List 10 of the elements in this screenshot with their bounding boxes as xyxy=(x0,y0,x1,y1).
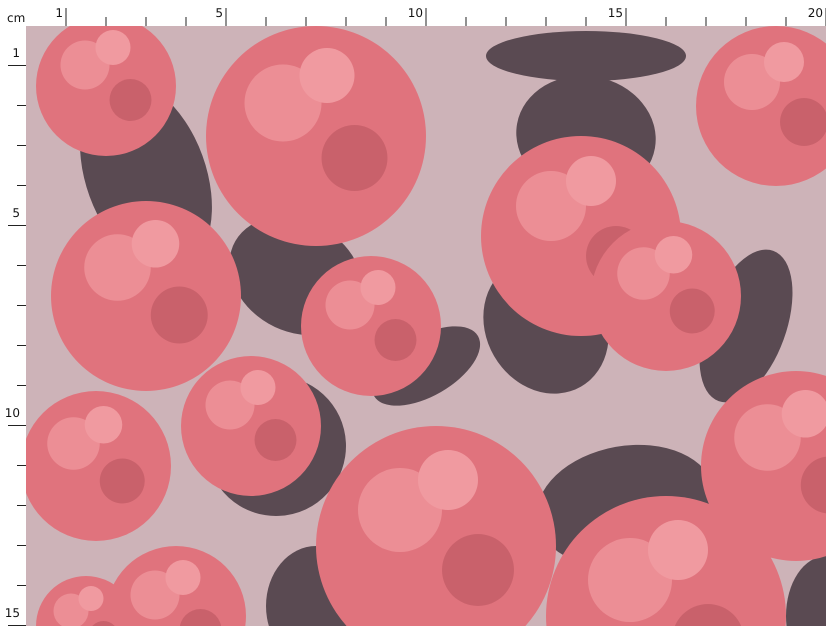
ruler-label: 5 xyxy=(215,6,223,20)
ruler-label: 1 xyxy=(55,6,63,20)
ruler-label: 1 xyxy=(12,46,20,60)
ruler-label: 5 xyxy=(12,206,20,220)
ruler-label: 20 xyxy=(808,6,823,20)
unit-label: cm xyxy=(7,11,26,25)
ruler-label: 10 xyxy=(4,406,20,420)
ruler-label: 15 xyxy=(4,606,20,620)
ruler-label: 15 xyxy=(608,6,623,20)
ruler-label: 10 xyxy=(408,6,423,20)
